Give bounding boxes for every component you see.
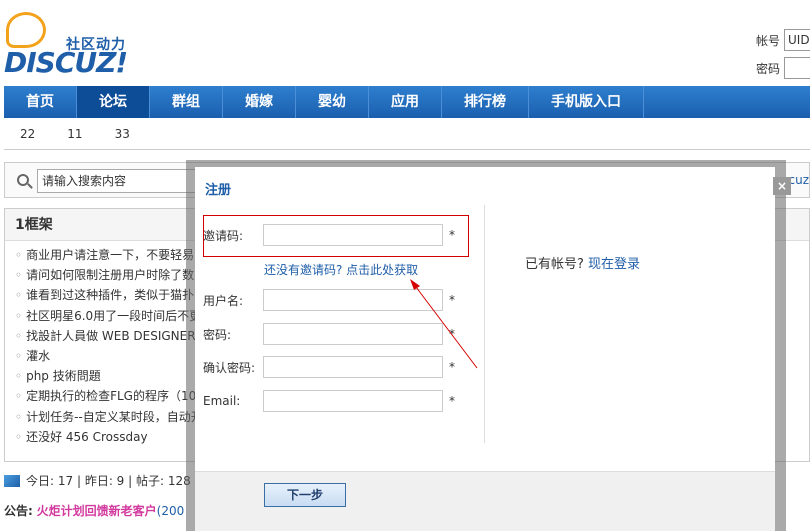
password-input[interactable]: [263, 323, 443, 345]
nav-item-baby[interactable]: 婴幼: [296, 86, 369, 118]
notice-link[interactable]: 火炬计划回馈新老客户: [37, 504, 157, 518]
notice-extra: (200: [156, 504, 185, 518]
logo-bubble-icon: [6, 12, 46, 48]
nav-item-home[interactable]: 首页: [4, 86, 77, 118]
nav-item-mobile[interactable]: 手机版入口: [529, 86, 644, 118]
required-mark: *: [449, 394, 455, 408]
account-input[interactable]: UID: [784, 29, 810, 51]
confirm-password-input[interactable]: [263, 356, 443, 378]
email-input[interactable]: [263, 390, 443, 412]
main-nav: 首页 论坛 群组 婚嫁 婴幼 应用 排行榜 手机版入口: [4, 86, 810, 118]
username-row: 用户名: *: [203, 289, 455, 311]
sub-nav: 22 11 33: [4, 118, 810, 150]
confirm-row: 确认密码: *: [203, 356, 455, 378]
required-mark: *: [449, 228, 455, 242]
nav-item-ranking[interactable]: 排行榜: [442, 86, 529, 118]
confirm-password-label: 确认密码:: [203, 360, 256, 375]
invite-row: 邀请码: *: [203, 224, 455, 246]
announcement: 公告: 火炬计划回馈新老客户(200: [4, 502, 184, 519]
subnav-item[interactable]: 11: [67, 127, 82, 141]
stats-chart-icon: [4, 474, 20, 487]
get-invite-link[interactable]: 还没有邀请码? 点击此处获取: [264, 261, 418, 278]
dialog-divider: [484, 205, 485, 443]
close-icon[interactable]: ×: [773, 177, 791, 195]
account-label: 帐号: [756, 33, 781, 48]
nav-item-groups[interactable]: 群组: [150, 86, 223, 118]
password-row: 密码: *: [203, 323, 455, 345]
nav-item-apps[interactable]: 应用: [369, 86, 442, 118]
password-label: 密码: [756, 61, 781, 76]
subnav-item[interactable]: 33: [115, 127, 130, 141]
nav-item-wedding[interactable]: 婚嫁: [223, 86, 296, 118]
username-input[interactable]: [263, 289, 443, 311]
username-label: 用户名:: [203, 293, 244, 308]
login-box: 帐号 UID 密码: [756, 28, 810, 84]
stats-yesterday: 昨日: 9: [84, 474, 125, 488]
required-mark: *: [449, 360, 455, 374]
password-input[interactable]: [784, 57, 810, 79]
search-input[interactable]: 请输入搜索内容: [37, 169, 207, 193]
forum-stats: 今日: 17 | 昨日: 9 | 帖子: 128: [4, 472, 191, 489]
password-label: 密码:: [203, 327, 232, 342]
next-step-button[interactable]: 下一步: [264, 483, 346, 507]
search-icon: [17, 174, 29, 186]
email-label: Email:: [203, 394, 241, 408]
invite-input[interactable]: [263, 224, 443, 246]
nav-item-forum[interactable]: 论坛: [77, 86, 150, 118]
dialog-title: 注册: [205, 183, 232, 198]
register-dialog: 注册 × 邀请码: * 还没有邀请码? 点击此处获取 用户名: * 密码: * …: [195, 167, 791, 531]
required-mark: *: [449, 293, 455, 307]
has-account-label: 已有帐号?: [525, 257, 584, 272]
login-now-link[interactable]: 现在登录: [588, 257, 640, 272]
discuz-logo[interactable]: 社区动力 DISCUZ!: [4, 12, 144, 82]
email-row: Email: *: [203, 390, 455, 412]
logo-text: DISCUZ!: [4, 46, 128, 79]
stats-today: 今日: 17: [26, 474, 74, 488]
subnav-item[interactable]: 22: [20, 127, 35, 141]
stats-posts: 帖子: 128: [135, 474, 191, 488]
required-mark: *: [449, 327, 455, 341]
invite-label: 邀请码:: [203, 228, 244, 243]
notice-label: 公告:: [4, 504, 33, 518]
has-account-text: 已有帐号? 现在登录: [525, 253, 640, 272]
